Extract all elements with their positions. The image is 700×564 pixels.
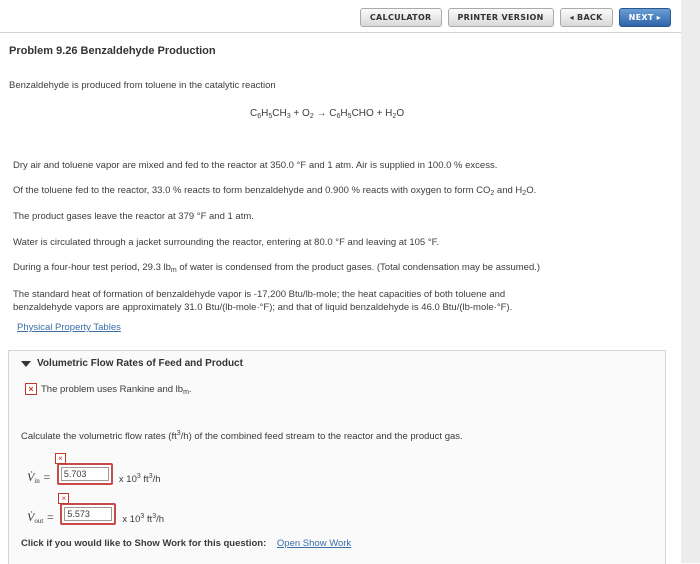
vin-row: V̇in = × 5.703 x 103 ft3/h xyxy=(27,453,161,485)
product-conditions-text: The product gases leave the reactor at 3… xyxy=(13,211,254,222)
incorrect-mark-icon: × xyxy=(58,493,70,504)
flow-rates-section: Volumetric Flow Rates of Feed and Produc… xyxy=(8,350,666,564)
heat-data-line-2: benzaldehyde vapors are approximately 31… xyxy=(13,302,513,313)
next-button[interactable]: NEXT ▸ xyxy=(618,8,671,27)
feed-conditions-text: Dry air and toluene vapor are mixed and … xyxy=(13,160,498,171)
show-work-prompt: Click if you would like to Show Work for… xyxy=(21,538,267,549)
calculation-prompt: Calculate the volumetric flow rates (ft3… xyxy=(21,430,463,442)
printer-version-button[interactable]: PRINTER VERSION xyxy=(447,8,554,27)
background-window-strip xyxy=(680,0,700,563)
heat-data-line-1: The standard heat of formation of benzal… xyxy=(13,289,506,300)
condensation-text: During a four-hour test period, 29.3 lbm… xyxy=(13,262,541,274)
problem-intro: Benzaldehyde is produced from toluene in… xyxy=(9,80,276,91)
problem-window: CALCULATOR PRINTER VERSION ◂ BACK NEXT ▸… xyxy=(0,0,681,564)
vin-input[interactable]: 5.703 xyxy=(60,467,109,481)
vout-row: V̇out = × 5.573 x 103 ft3/h xyxy=(27,493,165,525)
vout-units: x 103 ft3/h xyxy=(122,513,165,525)
water-jacket-text: Water is circulated through a jacket sur… xyxy=(13,237,440,248)
vout-answer-box[interactable]: × 5.573 xyxy=(58,493,117,525)
units-note: × The problem uses Rankine and lbm. xyxy=(25,383,192,396)
incorrect-mark-icon: × xyxy=(54,453,66,464)
collapse-triangle-icon[interactable] xyxy=(21,360,31,367)
vin-label: V̇in = xyxy=(27,470,51,485)
vin-units: x 103 ft3/h xyxy=(118,473,161,485)
toluene-conversion-text: Of the toluene fed to the reactor, 33.0 … xyxy=(13,185,537,197)
section-header[interactable]: Volumetric Flow Rates of Feed and Produc… xyxy=(21,358,243,369)
vin-answer-box[interactable]: × 5.703 xyxy=(54,453,113,485)
toolbar-divider xyxy=(0,32,681,33)
calculator-button[interactable]: CALCULATOR xyxy=(359,8,442,27)
back-button[interactable]: ◂ BACK xyxy=(559,8,613,27)
vout-label: V̇out = xyxy=(27,510,55,525)
x-mark-icon: × xyxy=(25,383,37,395)
open-show-work-link[interactable]: Open Show Work xyxy=(277,538,351,549)
reaction-equation: C6H5CH3 + O2 → C6H5CHO + H2O xyxy=(250,108,405,120)
section-title: Volumetric Flow Rates of Feed and Produc… xyxy=(37,358,243,369)
physical-property-tables-link[interactable]: Physical Property Tables xyxy=(17,322,121,333)
show-work-row: Click if you would like to Show Work for… xyxy=(21,538,351,549)
vout-input[interactable]: 5.573 xyxy=(64,507,113,521)
problem-title: Problem 9.26 Benzaldehyde Production xyxy=(9,45,216,57)
toolbar: CALCULATOR PRINTER VERSION ◂ BACK NEXT ▸ xyxy=(359,8,671,27)
